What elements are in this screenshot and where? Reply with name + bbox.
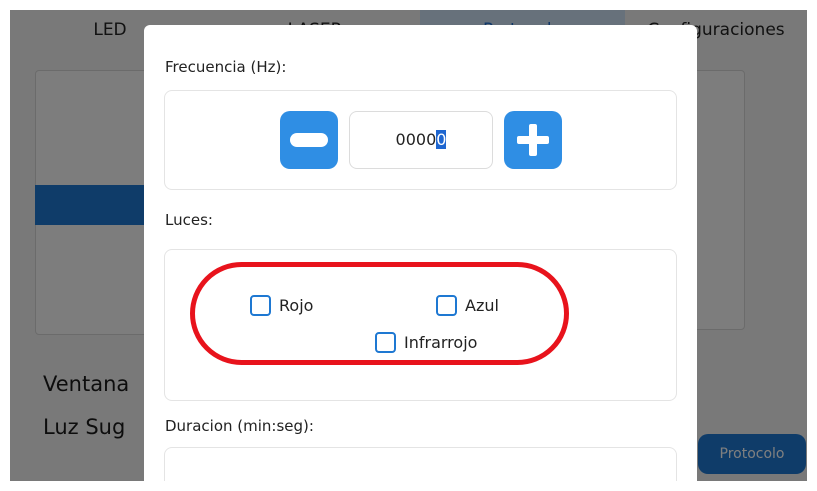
luces-card bbox=[164, 249, 677, 401]
app-screen: LED LASER Protocolo Configuraciones Vent… bbox=[10, 10, 807, 481]
frecuencia-selected-digit: 0 bbox=[436, 130, 447, 149]
increment-button[interactable] bbox=[504, 111, 562, 169]
frecuencia-label: Frecuencia (Hz): bbox=[165, 58, 287, 76]
frecuencia-input[interactable]: 00000 bbox=[349, 111, 493, 169]
frecuencia-card: 00000 bbox=[164, 90, 677, 190]
checkbox-rojo-label: Rojo bbox=[279, 296, 314, 315]
checkbox-azul-label: Azul bbox=[465, 296, 499, 315]
checkbox-box bbox=[375, 332, 396, 353]
frecuencia-value: 0000 bbox=[395, 130, 437, 149]
luces-label: Luces: bbox=[165, 211, 213, 229]
decrement-button[interactable] bbox=[280, 111, 338, 169]
checkbox-box bbox=[436, 295, 457, 316]
plus-icon-vertical bbox=[529, 124, 537, 156]
checkbox-box bbox=[250, 295, 271, 316]
duracion-card bbox=[164, 447, 677, 481]
checkbox-infrarrojo[interactable]: Infrarrojo bbox=[375, 332, 477, 353]
checkbox-rojo[interactable]: Rojo bbox=[250, 295, 313, 316]
protocol-settings-dialog: Frecuencia (Hz): 00000 Luces: Rojo Azul … bbox=[144, 25, 697, 481]
checkbox-infrarrojo-label: Infrarrojo bbox=[404, 333, 478, 352]
minus-icon bbox=[290, 133, 328, 147]
checkbox-azul[interactable]: Azul bbox=[436, 295, 499, 316]
duracion-label: Duracion (min:seg): bbox=[165, 417, 314, 435]
